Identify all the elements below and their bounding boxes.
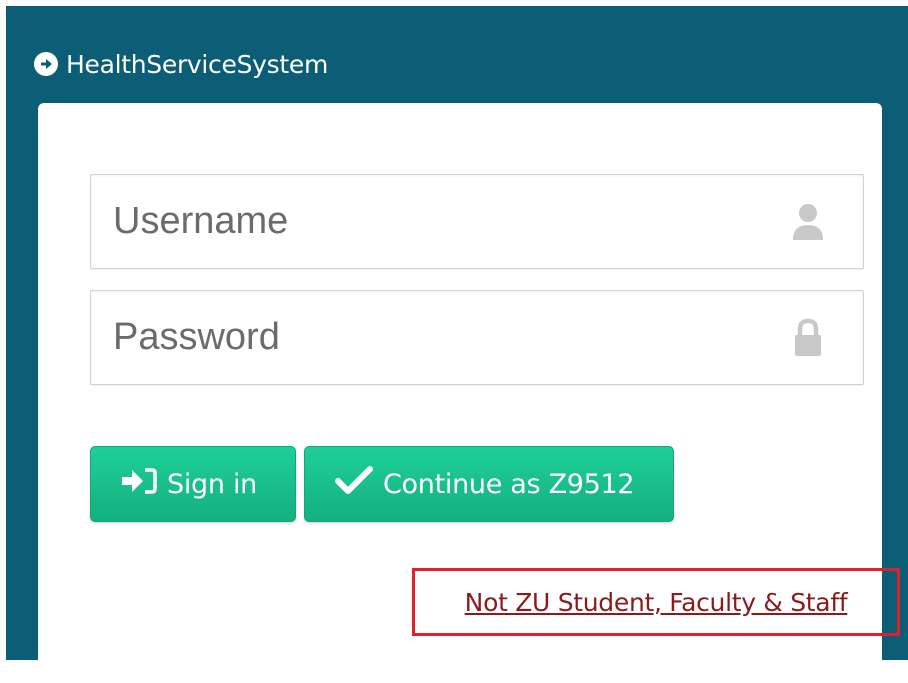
external-user-link-highlight: Not ZU Student, Faculty & Staff (412, 568, 900, 636)
lock-icon (791, 318, 825, 358)
username-field (90, 174, 864, 269)
sign-in-button[interactable]: Sign in (90, 446, 296, 522)
app-header: HealthServiceSystem (34, 44, 328, 84)
user-icon (791, 202, 825, 242)
sign-in-icon (121, 467, 157, 502)
arrow-circle-right-icon (34, 52, 58, 76)
sign-in-label: Sign in (167, 468, 257, 500)
continue-as-user-button[interactable]: Continue as Z9512 (304, 446, 674, 522)
not-zu-member-link[interactable]: Not ZU Student, Faculty & Staff (465, 588, 848, 617)
password-field (90, 290, 864, 385)
continue-label: Continue as Z9512 (383, 468, 635, 500)
checkmark-icon (335, 465, 373, 503)
username-input[interactable] (91, 175, 863, 268)
password-input[interactable] (91, 291, 863, 384)
app-frame: HealthServiceSystem Username Sign in Con… (6, 6, 908, 683)
login-card: Sign in Continue as Z9512 Not ZU Student… (38, 103, 900, 683)
app-title: HealthServiceSystem (66, 49, 329, 79)
